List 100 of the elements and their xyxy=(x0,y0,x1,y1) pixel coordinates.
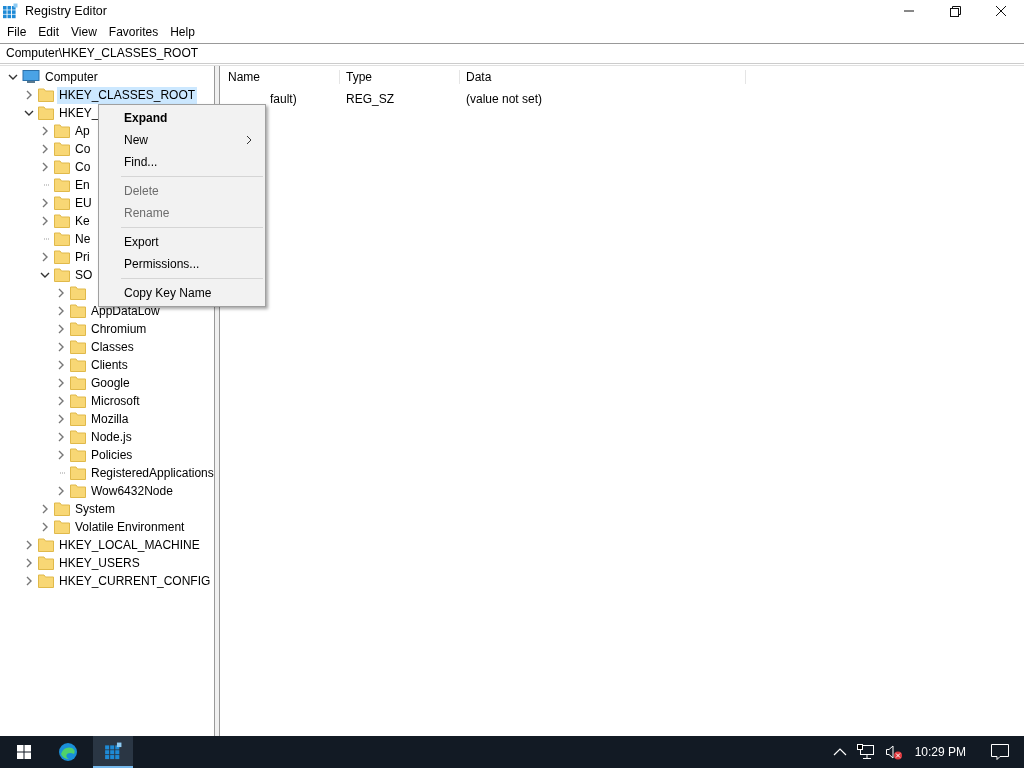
folder-icon xyxy=(70,358,86,372)
folder-icon xyxy=(54,124,70,138)
folder-icon xyxy=(54,142,70,156)
chevron-right-icon[interactable] xyxy=(40,126,50,136)
tree-item[interactable]: Ap xyxy=(73,122,92,140)
folder-icon xyxy=(54,196,70,210)
chevron-right-icon[interactable] xyxy=(40,162,50,172)
chevron-down-icon[interactable] xyxy=(8,72,18,82)
tree-item[interactable]: Chromium xyxy=(89,320,149,338)
folder-icon xyxy=(70,286,86,300)
column-header[interactable]: Name xyxy=(222,70,340,84)
chevron-right-icon[interactable] xyxy=(56,378,66,388)
chevron-right-icon[interactable] xyxy=(40,216,50,226)
column-header[interactable]: Data xyxy=(460,70,746,84)
chevron-up-icon[interactable] xyxy=(832,747,847,757)
chevron-right-icon[interactable] xyxy=(40,252,50,262)
computer-icon xyxy=(22,70,40,84)
tree-item[interactable]: Clients xyxy=(89,356,130,374)
folder-icon xyxy=(38,556,54,570)
tree-item[interactable]: RegisteredApplications xyxy=(89,464,214,482)
menu-item[interactable]: Favorites xyxy=(102,25,165,39)
chevron-right-icon[interactable] xyxy=(56,450,66,460)
menu-item[interactable]: Export xyxy=(99,231,265,253)
folder-icon xyxy=(54,502,70,516)
chevron-right-icon[interactable] xyxy=(56,432,66,442)
tree-item[interactable]: Co xyxy=(73,140,93,158)
chevron-down-icon[interactable] xyxy=(40,270,50,280)
chevron-right-icon[interactable] xyxy=(40,504,50,514)
chevron-right-icon[interactable] xyxy=(40,522,50,532)
network-icon[interactable] xyxy=(856,744,875,760)
tree-item[interactable]: Co xyxy=(73,158,93,176)
tree-item[interactable]: Pri xyxy=(73,248,92,266)
menu-item[interactable]: New xyxy=(99,129,265,151)
tree-item[interactable]: Node.js xyxy=(89,428,134,446)
tree-item[interactable]: Classes xyxy=(89,338,136,356)
folder-icon xyxy=(54,214,70,228)
clock[interactable]: 10:29 PM xyxy=(914,745,966,759)
table-cell-text: REG_SZ xyxy=(345,92,395,106)
tree-item[interactable]: HKEY_CLASSES_ROOT xyxy=(57,86,198,104)
tree-item[interactable]: HKEY_LOCAL_MACHINE xyxy=(57,536,202,554)
chevron-right-icon[interactable] xyxy=(40,144,50,154)
folder-icon xyxy=(70,322,86,336)
menu-item[interactable]: Edit xyxy=(32,25,66,39)
folder-icon xyxy=(70,394,86,408)
chevron-right-icon[interactable] xyxy=(24,90,34,100)
tree-item[interactable]: HKEY_ xyxy=(57,104,101,122)
chevron-right-icon[interactable] xyxy=(24,558,34,568)
menu-item[interactable]: Copy Key Name xyxy=(99,282,265,304)
registry-icon xyxy=(104,742,122,760)
folder-icon xyxy=(54,268,70,282)
chevron-right-icon[interactable] xyxy=(56,288,66,298)
tree-item[interactable]: AppDataLow xyxy=(89,302,162,320)
registry-taskbar-button[interactable] xyxy=(93,736,133,768)
menu-item[interactable]: Help xyxy=(164,25,201,39)
tree-item[interactable]: Wow6432Node xyxy=(89,482,175,500)
folder-icon xyxy=(70,412,86,426)
chevron-right-icon[interactable] xyxy=(56,342,66,352)
tree-item[interactable]: En xyxy=(73,176,92,194)
folder-icon xyxy=(70,376,86,390)
tree-item[interactable]: EU xyxy=(73,194,94,212)
address-field[interactable]: Computer\HKEY_CLASSES_ROOT xyxy=(0,43,1024,64)
registry-icon xyxy=(2,3,18,19)
chevron-right-icon[interactable] xyxy=(56,396,66,406)
tree-item[interactable]: Google xyxy=(89,374,132,392)
menu-item[interactable]: File xyxy=(1,25,33,39)
notification-icon[interactable] xyxy=(990,743,1010,761)
tree-item[interactable]: Computer xyxy=(43,68,100,86)
chevron-right-icon[interactable] xyxy=(56,414,66,424)
chevron-right-icon[interactable] xyxy=(56,324,66,334)
folder-icon xyxy=(70,448,86,462)
menu-item[interactable]: Find... xyxy=(99,151,265,173)
menu-item[interactable]: Permissions... xyxy=(99,253,265,275)
chevron-right-icon[interactable] xyxy=(56,486,66,496)
chevron-right-icon[interactable] xyxy=(24,576,34,586)
folder-icon xyxy=(70,340,86,354)
chevron-right-icon[interactable] xyxy=(56,360,66,370)
table-cell-text: (value not set) xyxy=(465,92,544,106)
menu-item[interactable]: View xyxy=(65,25,103,39)
tree-item[interactable]: Ke xyxy=(73,212,92,230)
tree-item[interactable]: Mozilla xyxy=(89,410,131,428)
tree-item[interactable]: Policies xyxy=(89,446,135,464)
folder-icon xyxy=(54,250,70,264)
folder-icon xyxy=(38,538,54,552)
tree-item[interactable]: SO xyxy=(73,266,95,284)
tree-item[interactable]: HKEY_CURRENT_CONFIG xyxy=(57,572,213,590)
tree-item[interactable]: Microsoft xyxy=(89,392,142,410)
column-header[interactable]: Type xyxy=(340,70,460,84)
menu-item[interactable]: Expand xyxy=(99,107,265,129)
tree-item[interactable]: Ne xyxy=(73,230,93,248)
folder-icon xyxy=(70,304,86,318)
chevron-right-icon[interactable] xyxy=(40,198,50,208)
chevron-right-icon[interactable] xyxy=(56,306,66,316)
volume-muted-icon[interactable] xyxy=(884,744,903,760)
folder-icon xyxy=(54,520,70,534)
tree-item[interactable]: System xyxy=(73,500,117,518)
table-cell-text: fault) xyxy=(269,92,298,106)
tree-item[interactable]: Volatile Environment xyxy=(73,518,187,536)
tree-item[interactable]: HKEY_USERS xyxy=(57,554,142,572)
chevron-down-icon[interactable] xyxy=(24,108,34,118)
chevron-right-icon[interactable] xyxy=(24,540,34,550)
